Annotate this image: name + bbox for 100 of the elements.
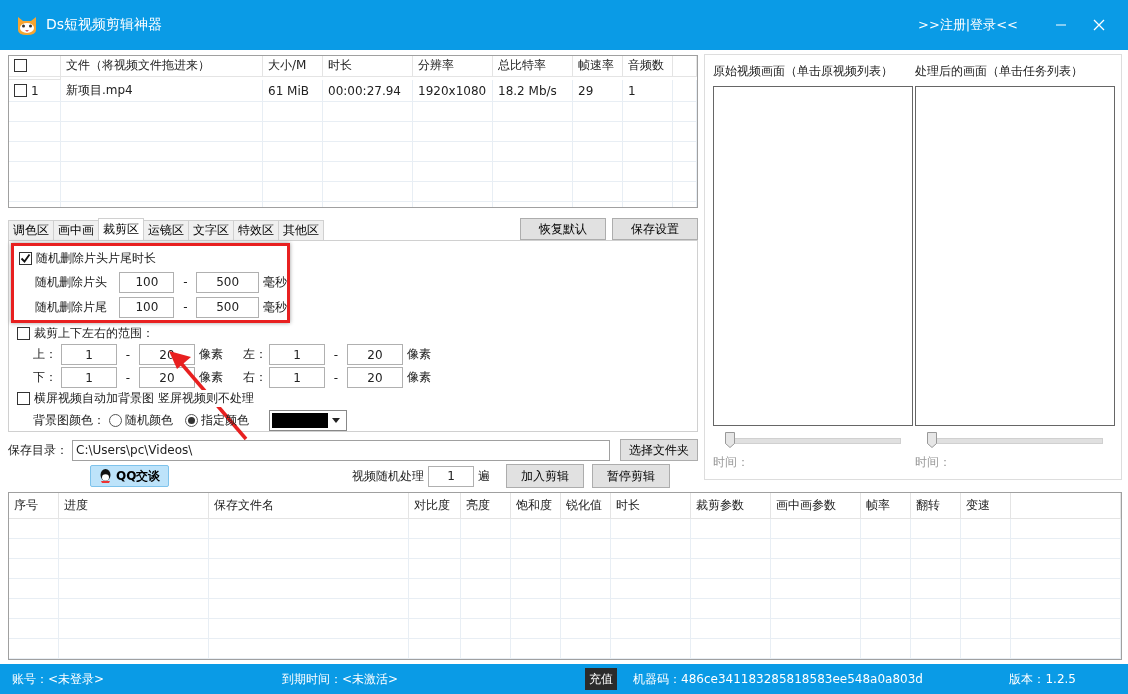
choose-folder-button[interactable]: 选择文件夹 bbox=[620, 439, 698, 461]
unit-label: 像素 bbox=[199, 369, 224, 386]
column-header: 画中画参数 bbox=[776, 497, 836, 514]
table-cell bbox=[911, 519, 961, 539]
input-field[interactable]: 20 bbox=[347, 367, 403, 388]
table-cell bbox=[9, 519, 59, 539]
table-cell bbox=[511, 639, 561, 659]
table-cell bbox=[9, 162, 61, 182]
field-label: 右： bbox=[243, 369, 265, 386]
save-settings-button[interactable]: 保存设置 bbox=[612, 218, 698, 240]
field-label: 左： bbox=[243, 346, 265, 363]
machine-code: 机器码：486ce341183285818583ee548a0a803d bbox=[633, 670, 923, 688]
checkbox[interactable] bbox=[14, 59, 27, 73]
input-field[interactable]: 1 bbox=[269, 344, 325, 365]
radio-button[interactable] bbox=[109, 413, 122, 427]
unit-label: 像素 bbox=[407, 369, 431, 386]
checkbox[interactable] bbox=[17, 327, 30, 340]
column-header: 帧率 bbox=[866, 497, 890, 514]
checkbox[interactable] bbox=[17, 392, 30, 405]
unit-label: 遍 bbox=[478, 467, 490, 485]
restore-defaults-button[interactable]: 恢复默认 bbox=[520, 218, 606, 240]
color-dropdown[interactable] bbox=[269, 409, 347, 431]
qq-chat-button[interactable]: QQ交谈 bbox=[90, 465, 170, 487]
input-field[interactable]: 500 bbox=[196, 271, 259, 293]
column-header: 保存文件名 bbox=[214, 497, 274, 514]
column-header: 分辨率 bbox=[418, 57, 454, 75]
checkbox-label: 随机删除片头片尾时长 bbox=[36, 249, 156, 267]
table-cell: 1 bbox=[31, 83, 39, 98]
table-cell bbox=[561, 519, 611, 539]
table-cell bbox=[911, 639, 961, 659]
tab[interactable]: 画中画 bbox=[53, 220, 99, 240]
input-field[interactable]: 100 bbox=[119, 296, 175, 318]
dash: - bbox=[182, 300, 189, 314]
checkbox[interactable] bbox=[14, 84, 27, 97]
table-cell bbox=[673, 102, 697, 122]
recharge-button[interactable]: 充值 bbox=[585, 668, 617, 690]
time-label: 时间： bbox=[713, 454, 750, 471]
radio-label: 随机颜色 bbox=[125, 411, 173, 429]
caret-icon bbox=[332, 417, 340, 423]
save-directory-field[interactable]: C:\Users\pc\Videos\ bbox=[72, 439, 610, 461]
field-label: 背景图颜色： bbox=[33, 411, 105, 429]
tab[interactable]: 运镜区 bbox=[143, 220, 189, 240]
slider-thumb[interactable] bbox=[725, 432, 735, 448]
table-cell bbox=[9, 599, 59, 619]
tab[interactable]: 调色区 bbox=[8, 220, 54, 240]
checkbox[interactable] bbox=[19, 251, 32, 265]
input-field[interactable]: 20 bbox=[139, 367, 195, 388]
table-cell: 1 bbox=[628, 83, 636, 98]
time-slider[interactable] bbox=[927, 432, 1103, 448]
unit-label: 像素 bbox=[407, 346, 431, 363]
account-status: 账号：<未登录> bbox=[12, 670, 106, 688]
time-slider[interactable] bbox=[725, 432, 901, 448]
field-label: 视频随机处理 bbox=[352, 467, 424, 485]
field-label: 下： bbox=[33, 369, 57, 386]
checkbox-label: 裁剪上下左右的范围： bbox=[34, 325, 154, 342]
table-cell: 00:00:27.94 bbox=[328, 83, 401, 98]
column-header: 总比特率 bbox=[498, 57, 546, 75]
column-header: 帧速率 bbox=[578, 57, 614, 75]
unit-label: 毫秒 bbox=[263, 298, 287, 316]
table-cell: 61 MiB bbox=[268, 83, 309, 98]
unit-label: 像素 bbox=[199, 346, 224, 363]
input-field[interactable]: 1 bbox=[428, 465, 474, 487]
input-field[interactable]: 20 bbox=[347, 344, 403, 365]
radio-button[interactable] bbox=[185, 413, 198, 427]
table-cell bbox=[9, 142, 61, 162]
dash: - bbox=[124, 370, 132, 385]
tab[interactable]: 其他区 bbox=[278, 220, 324, 240]
checkbox-label: 横屏视频自动加背景图 竖屏视频则不处理 bbox=[34, 390, 254, 407]
column-header: 时长 bbox=[328, 57, 352, 75]
input-field[interactable]: 1 bbox=[269, 367, 325, 388]
window-title: Ds短视频剪辑神器 bbox=[46, 16, 164, 34]
column-header: 亮度 bbox=[466, 497, 490, 514]
dash: - bbox=[332, 347, 340, 362]
table-cell bbox=[861, 519, 911, 539]
column-header: 时长 bbox=[616, 497, 640, 514]
table-cell bbox=[673, 162, 697, 182]
table-cell bbox=[673, 122, 697, 142]
input-field[interactable]: 100 bbox=[119, 271, 175, 293]
column-header: 进度 bbox=[64, 497, 88, 514]
tab[interactable]: 文字区 bbox=[188, 220, 234, 240]
field-label: 随机删除片尾 bbox=[35, 298, 108, 316]
dash: - bbox=[182, 275, 189, 289]
table-cell bbox=[511, 519, 561, 539]
table-cell: 新项目.mp4 bbox=[66, 82, 133, 99]
column-header: 音频数 bbox=[628, 57, 664, 75]
slider-thumb[interactable] bbox=[927, 432, 937, 448]
pause-edit-button[interactable]: 暂停剪辑 bbox=[592, 464, 670, 488]
tab[interactable]: 特效区 bbox=[233, 220, 279, 240]
time-label: 时间： bbox=[915, 454, 952, 471]
input-field[interactable]: 1 bbox=[61, 367, 117, 388]
add-edit-button[interactable]: 加入剪辑 bbox=[506, 464, 584, 488]
version-label: 版本：1.2.5 bbox=[1009, 670, 1076, 688]
table-cell bbox=[861, 639, 911, 659]
table-cell bbox=[9, 619, 59, 639]
input-field[interactable]: 500 bbox=[196, 296, 259, 318]
input-field[interactable]: 1 bbox=[61, 344, 117, 365]
table-cell bbox=[961, 519, 1011, 539]
table-cell: 29 bbox=[578, 83, 594, 98]
table-cell: 1920x1080 bbox=[418, 83, 487, 98]
table-cell bbox=[9, 539, 59, 559]
